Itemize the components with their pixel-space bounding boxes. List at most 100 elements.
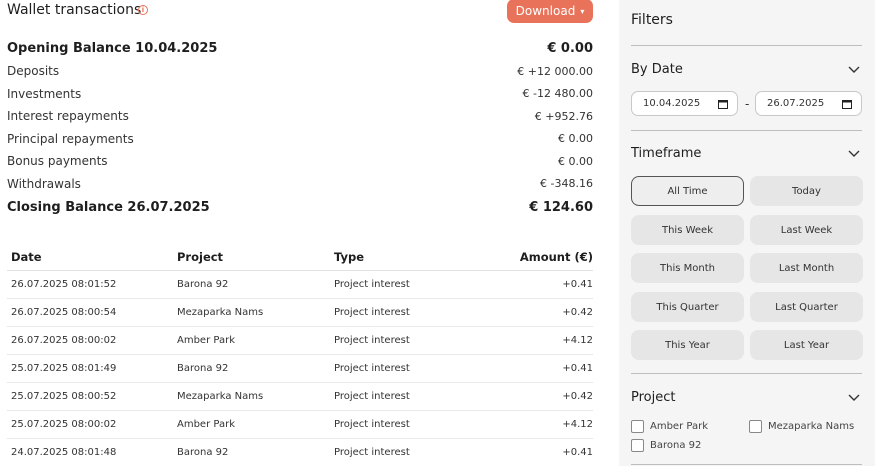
caret-down-icon: ▾ xyxy=(580,6,585,16)
summary-row-amount: € 0.00 xyxy=(558,132,593,146)
timeframe-this-year[interactable]: This Year xyxy=(631,330,744,360)
timeframe-last-week[interactable]: Last Week xyxy=(750,215,863,245)
cell-type: Project interest xyxy=(334,447,410,458)
project-option-label: Mezaparka Nams xyxy=(768,421,855,432)
cell-amount: +0.41 xyxy=(562,279,593,290)
summary-row-amount: € +952.76 xyxy=(534,109,593,123)
cell-date: 26.07.2025 08:00:54 xyxy=(11,307,117,318)
summary-row-amount: € 0.00 xyxy=(558,154,593,168)
chevron-down-icon xyxy=(848,394,860,401)
calendar-icon[interactable] xyxy=(842,99,852,109)
table-row: 26.07.2025 08:01:52 Barona 92 Project in… xyxy=(7,271,593,299)
timeframe-section-toggle[interactable]: Timeframe xyxy=(631,144,862,164)
cell-project: Barona 92 xyxy=(177,447,229,458)
project-checkbox-amber-park[interactable]: Amber Park xyxy=(631,420,708,433)
cell-project: Mezaparka Nams xyxy=(177,391,264,402)
table-row: 26.07.2025 08:00:02 Amber Park Project i… xyxy=(7,327,593,355)
timeframe-label: Timeframe xyxy=(631,146,702,161)
by-date-label: By Date xyxy=(631,62,683,77)
cell-date: 25.07.2025 08:00:02 xyxy=(11,419,117,430)
column-header-date[interactable]: Date xyxy=(7,250,177,264)
timeframe-this-week[interactable]: This Week xyxy=(631,215,744,245)
calendar-icon[interactable] xyxy=(718,99,728,109)
timeframe-all-time[interactable]: All Time xyxy=(631,176,744,206)
by-date-section-toggle[interactable]: By Date xyxy=(631,60,862,80)
timeframe-last-year[interactable]: Last Year xyxy=(750,330,863,360)
header: Wallet transactions i Download ▾ xyxy=(7,0,593,24)
cell-type: Project interest xyxy=(334,363,410,374)
table-row: 25.07.2025 08:00:02 Amber Park Project i… xyxy=(7,411,593,439)
timeframe-this-month[interactable]: This Month xyxy=(631,253,744,283)
download-button[interactable]: Download ▾ xyxy=(507,0,593,23)
summary-row-label: Bonus payments xyxy=(7,154,108,169)
summary-row-amount: € -348.16 xyxy=(540,177,593,191)
cell-amount: +0.41 xyxy=(562,447,593,458)
closing-balance-label: Closing Balance 26.07.2025 xyxy=(7,199,210,215)
cell-project: Barona 92 xyxy=(177,363,229,374)
cell-date: 25.07.2025 08:01:49 xyxy=(11,363,117,374)
balance-summary: Opening Balance 10.04.2025 € 0.00 Deposi… xyxy=(7,36,593,219)
checkbox[interactable] xyxy=(749,420,762,433)
table-row: 26.07.2025 08:00:54 Mezaparka Nams Proje… xyxy=(7,299,593,327)
chevron-down-icon xyxy=(848,66,860,73)
timeframe-last-quarter[interactable]: Last Quarter xyxy=(750,292,863,322)
summary-row-interest-repayments: Interest repayments € +952.76 xyxy=(7,105,593,128)
summary-row-label: Deposits xyxy=(7,64,60,79)
cell-type: Project interest xyxy=(334,279,410,290)
opening-balance-amount: € 0.00 xyxy=(547,40,593,56)
closing-balance-amount: € 124.60 xyxy=(529,199,593,215)
divider xyxy=(631,464,862,465)
download-label: Download xyxy=(515,4,576,18)
table-row: 25.07.2025 08:00:52 Mezaparka Nams Proje… xyxy=(7,383,593,411)
summary-row-amount: € +12 000.00 xyxy=(517,64,593,78)
checkbox[interactable] xyxy=(631,439,644,452)
date-to-input[interactable]: 26.07.2025 xyxy=(755,91,862,116)
filters-title: Filters xyxy=(631,12,673,28)
cell-project: Amber Park xyxy=(177,419,235,430)
info-circle-icon[interactable]: i xyxy=(138,5,148,15)
summary-row-label: Investments xyxy=(7,86,82,101)
cell-type: Project interest xyxy=(334,391,410,402)
opening-balance-label: Opening Balance 10.04.2025 xyxy=(7,40,218,56)
transactions-table: Date Project Type Amount (€) 26.07.2025 … xyxy=(7,243,593,466)
filters-panel: Filters By Date 10.04.2025 - 26.07.2025 … xyxy=(619,0,875,466)
divider xyxy=(631,130,862,131)
checkbox[interactable] xyxy=(631,420,644,433)
project-checkbox-mezaparka-nams[interactable]: Mezaparka Nams xyxy=(749,420,854,433)
timeframe-this-quarter[interactable]: This Quarter xyxy=(631,292,744,322)
timeframe-last-month[interactable]: Last Month xyxy=(750,253,863,283)
summary-row-bonus-payments: Bonus payments € 0.00 xyxy=(7,150,593,173)
wallet-transactions-panel: Wallet transactions i Download ▾ Opening… xyxy=(0,0,600,466)
chevron-down-icon xyxy=(848,150,860,157)
cell-type: Project interest xyxy=(334,419,410,430)
cell-type: Project interest xyxy=(334,307,410,318)
cell-date: 26.07.2025 08:00:02 xyxy=(11,335,117,346)
summary-row-label: Withdrawals xyxy=(7,176,81,191)
cell-amount: +4.12 xyxy=(562,335,593,346)
cell-amount: +0.41 xyxy=(562,363,593,374)
project-section-toggle[interactable]: Project xyxy=(631,388,862,408)
column-header-project[interactable]: Project xyxy=(177,250,334,264)
summary-row-label: Principal repayments xyxy=(7,131,134,146)
project-checkbox-barona-92[interactable]: Barona 92 xyxy=(631,439,701,452)
summary-row-label: Interest repayments xyxy=(7,109,129,124)
cell-project: Mezaparka Nams xyxy=(177,307,264,318)
table-row: 24.07.2025 08:01:48 Barona 92 Project in… xyxy=(7,439,593,466)
column-header-type[interactable]: Type xyxy=(334,250,494,264)
closing-balance-row: Closing Balance 26.07.2025 € 124.60 xyxy=(7,195,593,219)
cell-type: Project interest xyxy=(334,335,410,346)
summary-row-amount: € -12 480.00 xyxy=(522,87,593,101)
project-label: Project xyxy=(631,390,676,405)
date-from-input[interactable]: 10.04.2025 xyxy=(631,91,738,116)
timeframe-today[interactable]: Today xyxy=(750,176,863,206)
cell-date: 25.07.2025 08:00:52 xyxy=(11,391,117,402)
cell-date: 26.07.2025 08:01:52 xyxy=(11,279,117,290)
page-title: Wallet transactions xyxy=(7,2,142,18)
summary-row-investments: Investments € -12 480.00 xyxy=(7,83,593,106)
project-option-label: Amber Park xyxy=(650,421,708,432)
summary-row-principal-repayments: Principal repayments € 0.00 xyxy=(7,128,593,151)
opening-balance-row: Opening Balance 10.04.2025 € 0.00 xyxy=(7,36,593,60)
cell-date: 24.07.2025 08:01:48 xyxy=(11,447,117,458)
column-header-amount[interactable]: Amount (€) xyxy=(494,250,593,264)
divider xyxy=(631,45,862,46)
